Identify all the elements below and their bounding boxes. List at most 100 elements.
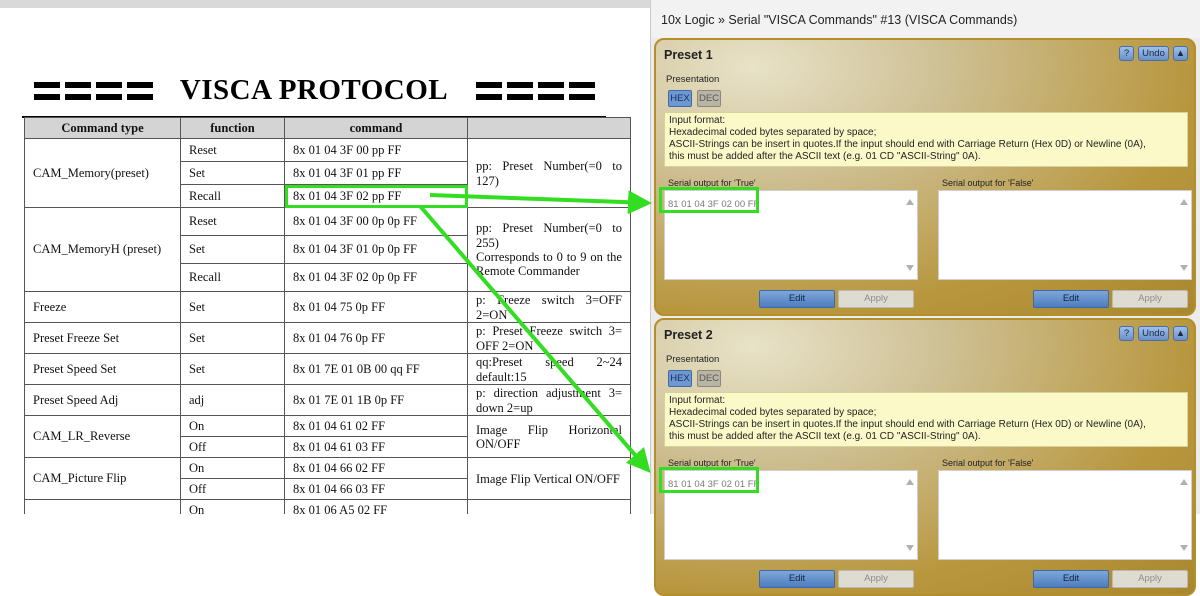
title-decoration-right xyxy=(476,80,596,104)
cell-command: 8x 01 04 3F 00 pp FF xyxy=(284,138,468,162)
note-line: pp: Preset Number(=0 to 255) xyxy=(476,221,622,250)
cell-command: 8x 01 04 3F 02 0p 0p FF xyxy=(284,263,468,292)
collapse-button[interactable]: ▲ xyxy=(1173,326,1188,341)
window-titlebar: 10x Logic » Serial "VISCA Commands" #13 … xyxy=(651,0,1200,38)
scroll-up-icon[interactable] xyxy=(906,199,914,205)
info-line: Input format: xyxy=(669,395,726,406)
table-row: Preset Speed Set Set 8x 01 7E 01 0B 00 q… xyxy=(24,353,631,385)
preset-panel-2: Preset 2 ? Undo ▲ Presentation HEX DEC I… xyxy=(654,318,1196,596)
cell-note: p: Preset Freeze switch 3= OFF 2=ON xyxy=(467,322,631,354)
undo-button[interactable]: Undo xyxy=(1138,326,1169,341)
visca-logic-window: 10x Logic » Serial "VISCA Commands" #13 … xyxy=(650,0,1200,596)
hex-toggle[interactable]: HEX xyxy=(668,370,692,387)
header-notes xyxy=(467,117,631,139)
info-line: Input format: xyxy=(669,115,726,126)
cell-command: 8x 01 04 66 03 FF xyxy=(284,478,468,500)
help-button[interactable]: ? xyxy=(1119,326,1134,341)
document-title-block: VISCA PROTOCOL xyxy=(22,72,606,118)
cell-command: 8x 01 04 66 02 FF xyxy=(284,457,468,479)
cell-command: 8x 01 04 3F 01 0p 0p FF xyxy=(284,235,468,264)
top-bar xyxy=(0,0,650,8)
false-output-label: Serial output for 'False' xyxy=(942,178,1034,188)
cell-function: Set xyxy=(180,161,285,185)
cell-function: Set xyxy=(180,291,285,323)
chevron-up-icon: ▲ xyxy=(1175,328,1186,339)
header-command-type: Command type xyxy=(24,117,181,139)
edit-true-button[interactable]: Edit xyxy=(759,290,835,308)
cell-command-type: Preset Speed Set xyxy=(24,353,181,385)
scroll-up-icon[interactable] xyxy=(1180,479,1188,485)
output-highlight-2 xyxy=(659,467,759,493)
cell-function: Set xyxy=(180,353,285,385)
cell-command: 8x 01 04 3F 01 pp FF xyxy=(284,161,468,185)
scroll-down-icon[interactable] xyxy=(1180,545,1188,551)
scroll-down-icon[interactable] xyxy=(906,265,914,271)
cell-command-type xyxy=(24,499,181,514)
cell-function: Set xyxy=(180,322,285,354)
cell-note xyxy=(467,499,631,514)
table-row: On 8x 01 06 A5 02 FF xyxy=(24,499,631,514)
edit-true-button[interactable]: Edit xyxy=(759,570,835,588)
cell-command-type: Preset Speed Adj xyxy=(24,384,181,416)
info-line: Hexadecimal coded bytes separated by spa… xyxy=(669,127,877,138)
cell-note: pp: Preset Number(=0 to 255) Corresponds… xyxy=(467,207,631,292)
help-button[interactable]: ? xyxy=(1119,46,1134,61)
scroll-down-icon[interactable] xyxy=(906,545,914,551)
scroll-down-icon[interactable] xyxy=(1180,265,1188,271)
cell-note: p: Freeze switch 3=OFF 2=ON xyxy=(467,291,631,323)
cell-command: 8x 01 04 76 0p FF xyxy=(284,322,468,354)
table-row: Preset Freeze Set Set 8x 01 04 76 0p FF … xyxy=(24,322,631,354)
edit-false-button[interactable]: Edit xyxy=(1033,570,1109,588)
preset-title: Preset 2 xyxy=(664,328,713,342)
dec-toggle[interactable]: DEC xyxy=(697,90,721,107)
cell-command: 8x 01 7E 01 0B 00 qq FF xyxy=(284,353,468,385)
false-output-label: Serial output for 'False' xyxy=(942,458,1034,468)
input-format-info: Input format: Hexadecimal coded bytes se… xyxy=(664,112,1188,167)
cell-function: adj xyxy=(180,384,285,416)
table-row: Freeze Set 8x 01 04 75 0p FF p: Freeze s… xyxy=(24,291,631,323)
scroll-up-icon[interactable] xyxy=(1180,199,1188,205)
input-format-info: Input format: Hexadecimal coded bytes se… xyxy=(664,392,1188,447)
cell-function: Reset xyxy=(180,138,285,162)
cell-function: Recall xyxy=(180,184,285,208)
dec-toggle[interactable]: DEC xyxy=(697,370,721,387)
window-title: 10x Logic » Serial "VISCA Commands" #13 … xyxy=(661,13,1018,27)
cell-note: p: direction adjustment 3= down 2=up xyxy=(467,384,631,416)
collapse-button[interactable]: ▲ xyxy=(1173,46,1188,61)
cell-command: 8x 01 06 A5 02 FF xyxy=(284,499,468,514)
output-highlight-1 xyxy=(659,187,759,213)
header-command: command xyxy=(284,117,468,139)
cell-function: Off xyxy=(180,478,285,500)
hex-toggle[interactable]: HEX xyxy=(668,90,692,107)
apply-true-button[interactable]: Apply xyxy=(838,570,914,588)
cell-command-highlighted: 8x 01 04 3F 02 pp FF xyxy=(284,184,468,208)
visca-command-table: Command type function command CAM_Memory… xyxy=(24,117,631,514)
false-output-field[interactable] xyxy=(938,470,1192,560)
cell-command: 8x 01 04 61 03 FF xyxy=(284,436,468,458)
apply-false-button[interactable]: Apply xyxy=(1112,570,1188,588)
cell-command: 8x 01 7E 01 1B 0p FF xyxy=(284,384,468,416)
cell-note: Image Flip Vertical ON/OFF xyxy=(467,457,631,500)
info-line: this must be added after the ASCII text … xyxy=(669,151,981,162)
cell-command-type: CAM_Picture Flip xyxy=(24,457,181,500)
cell-command: 8x 01 04 3F 00 0p 0p FF xyxy=(284,207,468,236)
cell-command-type: Preset Freeze Set xyxy=(24,322,181,354)
scroll-up-icon[interactable] xyxy=(906,479,914,485)
info-line: ASCII-Strings can be insert in quotes.If… xyxy=(669,419,1146,430)
undo-button[interactable]: Undo xyxy=(1138,46,1169,61)
table-row: CAM_MemoryH (preset) Reset 8x 01 04 3F 0… xyxy=(24,207,631,292)
info-line: ASCII-Strings can be insert in quotes.If… xyxy=(669,139,1146,150)
note-line: Corresponds to 0 to 9 on the Remote Comm… xyxy=(476,250,622,279)
apply-false-button[interactable]: Apply xyxy=(1112,290,1188,308)
edit-false-button[interactable]: Edit xyxy=(1033,290,1109,308)
cell-function: On xyxy=(180,499,285,514)
false-output-field[interactable] xyxy=(938,190,1192,280)
table-row: CAM_Memory(preset) Reset 8x 01 04 3F 00 … xyxy=(24,138,631,208)
cell-function: Recall xyxy=(180,263,285,292)
cell-note: pp: Preset Number(=0 to 127) xyxy=(467,138,631,208)
chevron-up-icon: ▲ xyxy=(1175,48,1186,59)
preset-panel-1: Preset 1 ? Undo ▲ Presentation HEX DEC I… xyxy=(654,38,1196,316)
cell-note: qq:Preset speed 2~24 default:15 xyxy=(467,353,631,385)
cell-command-type: CAM_Memory(preset) xyxy=(24,138,181,208)
apply-true-button[interactable]: Apply xyxy=(838,290,914,308)
